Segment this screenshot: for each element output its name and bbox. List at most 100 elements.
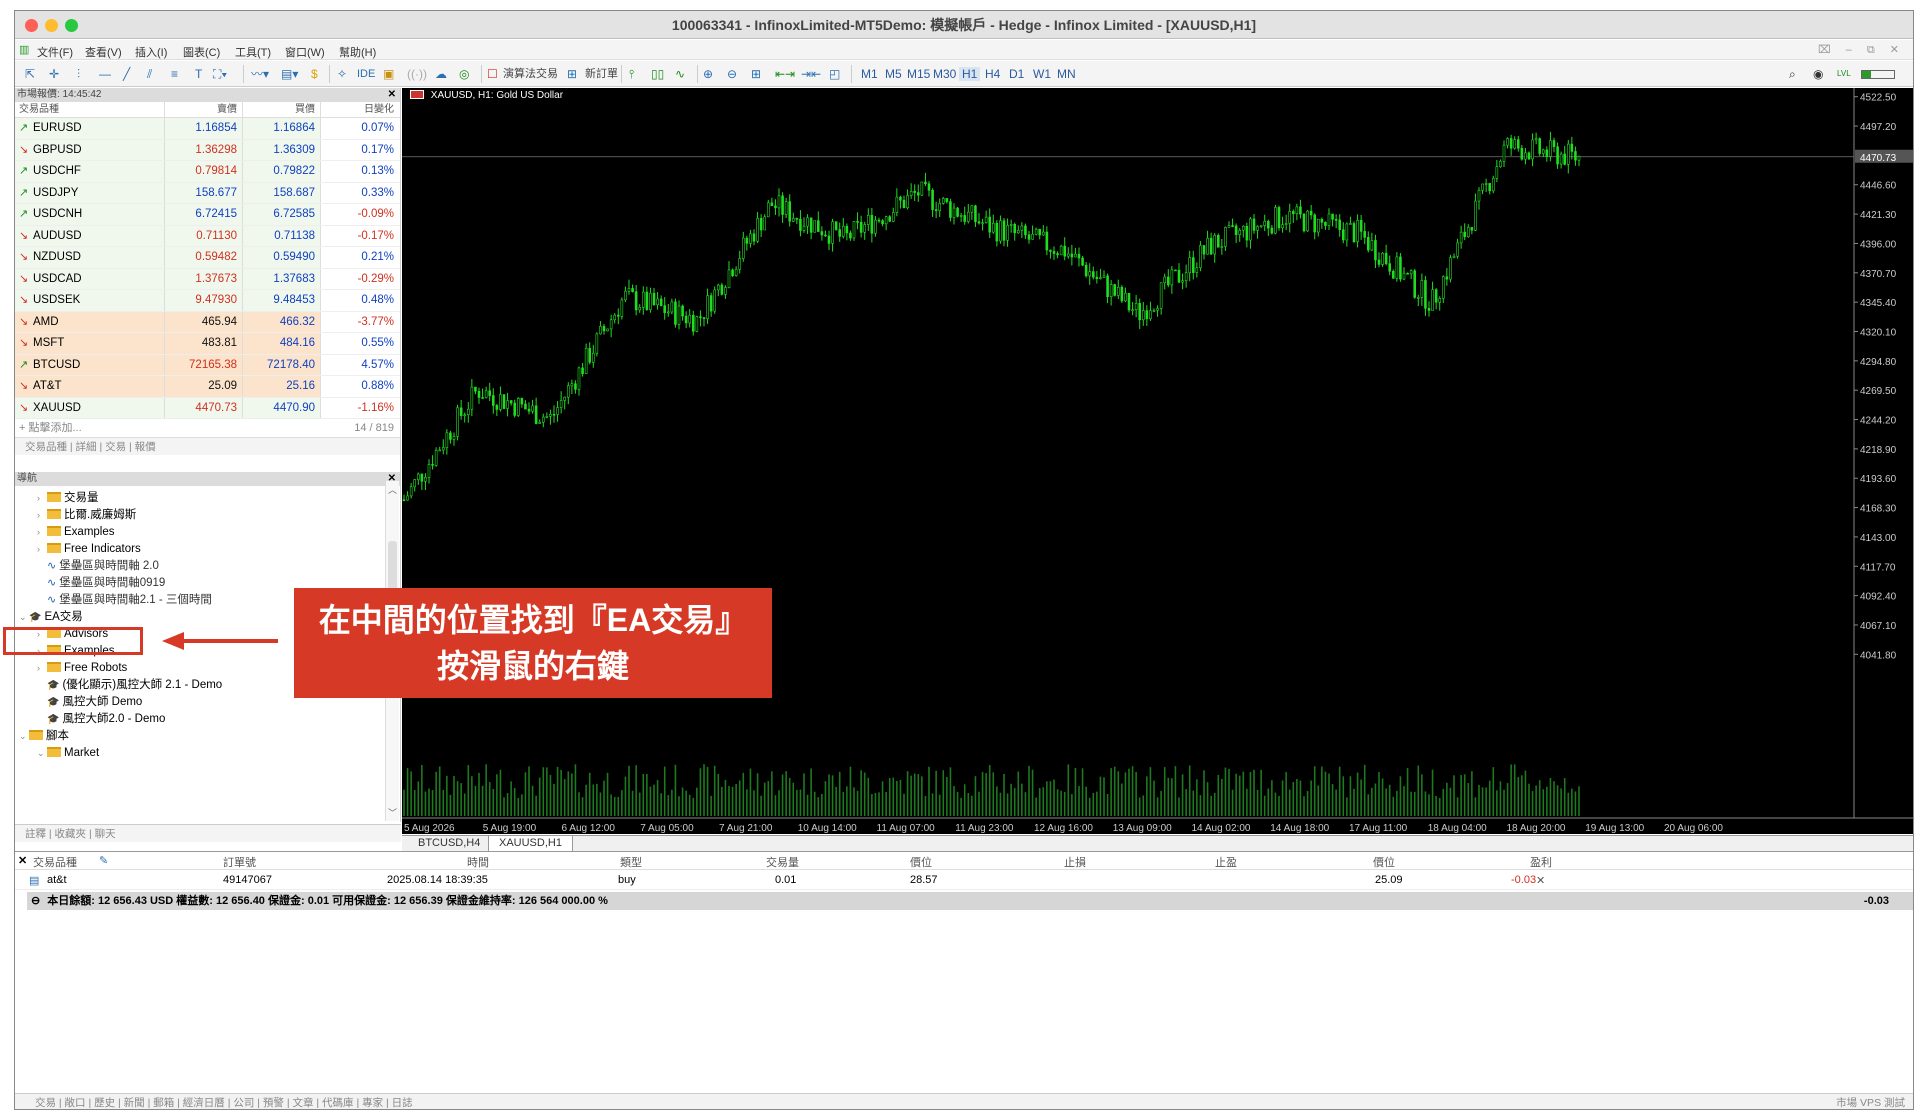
autoscroll-icon[interactable]: ⇤⇥ — [775, 64, 795, 84]
scroll-up-icon[interactable]: ︿ — [388, 483, 397, 496]
horizontal-line-icon[interactable]: — — [99, 64, 111, 84]
chevron-icon[interactable]: ⌄ — [37, 743, 47, 764]
tf-m15[interactable]: M15 — [907, 67, 930, 81]
account-icon[interactable]: ◉ — [1813, 64, 1823, 84]
table-row[interactable]: ↗ USDJPY 158.677 158.687 0.33% — [15, 182, 400, 204]
grid-icon[interactable]: ⊞ — [751, 64, 761, 84]
table-row[interactable]: ↘ AMD 465.94 466.32 -3.77% — [15, 311, 400, 333]
table-row[interactable]: ↘ USDSEK 9.47930 9.48453 0.48% — [15, 290, 400, 312]
table-row[interactable]: ↘ GBPUSD 1.36298 1.36309 0.17% — [15, 139, 400, 161]
tf-m1[interactable]: M1 — [861, 67, 878, 81]
chart-shift-icon[interactable]: ⇥⇤ — [801, 64, 821, 84]
market-watch-tabs[interactable]: 交易品種 | 詳細 | 交易 | 報價 — [15, 437, 400, 455]
zoom-in-icon[interactable]: ⊕ — [703, 64, 713, 84]
ide-icon[interactable]: ✧ — [337, 64, 347, 84]
new-order-button[interactable]: 新訂單 — [585, 64, 618, 84]
tf-h4[interactable]: H4 — [985, 67, 1000, 81]
trendline-icon[interactable]: ╱ — [123, 64, 130, 84]
bar-chart-icon[interactable]: ⫯ — [629, 64, 634, 84]
chart-tab-btcusd[interactable]: BTCUSD,H4 — [408, 836, 490, 852]
scroll-down-icon[interactable]: ﹀ — [388, 806, 397, 819]
tf-m30[interactable]: M30 — [933, 67, 956, 81]
table-row[interactable]: ↗ EURUSD 1.16854 1.16864 0.07% — [15, 118, 400, 140]
table-row[interactable]: ↗ USDCNH 6.72415 6.72585 -0.09% — [15, 204, 400, 226]
globe-icon[interactable]: ◎ — [459, 64, 469, 84]
table-row[interactable]: ↘ NZDUSD 0.59482 0.59490 0.21% — [15, 247, 400, 269]
tf-h1[interactable]: H1 — [959, 67, 981, 81]
table-row[interactable]: ▤ at&t 49147067 2025.08.14 18:39:35 buy … — [15, 870, 1913, 890]
price-chart[interactable]: 4522.50 4497.20 4446.60 4421.30 4396.00 4370.… — [402, 88, 1914, 834]
vertical-line-icon[interactable]: ⫶ — [77, 64, 80, 84]
dollar-icon[interactable]: $ — [311, 64, 318, 84]
screenshot-icon[interactable]: ◰ — [829, 64, 840, 84]
col-current-price[interactable]: 價位 — [1373, 854, 1395, 870]
line-chart-icon[interactable]: ∿ — [675, 64, 685, 84]
table-row[interactable]: ↘ AT&T 25.09 25.16 0.88% — [15, 376, 400, 398]
menu-window[interactable]: 窗口(W) — [285, 44, 325, 60]
table-row[interactable]: ↘ XAUUSD 4470.73 4470.90 -1.16% — [15, 397, 400, 419]
menu-tools[interactable]: 工具(T) — [235, 44, 271, 60]
col-change[interactable]: 日變化 — [321, 102, 399, 117]
col-volume[interactable]: 交易量 — [766, 854, 799, 870]
chart-area[interactable]: 4522.50 4497.20 4446.60 4421.30 4396.00 4370.… — [402, 88, 1914, 834]
search-icon[interactable]: ⌕ — [1789, 64, 1796, 84]
table-row[interactable]: ↗ BTCUSD 72165.38 72178.40 4.57% — [15, 354, 400, 376]
toolbox-tabs[interactable]: 交易 | 敞口 | 歷史 | 新聞 | 郵箱 | 經濟日曆 | 公司 | 預警 … — [35, 1097, 413, 1109]
table-row[interactable]: ↘ AUDUSD 0.71130 0.71138 -0.17% — [15, 225, 400, 247]
col-symbol[interactable]: 交易品種 — [33, 854, 77, 870]
text-icon[interactable]: T — [195, 64, 202, 84]
ide-button[interactable]: IDE — [357, 64, 375, 84]
col-sl[interactable]: 止損 — [1064, 854, 1086, 870]
close-icon[interactable]: ✕ — [18, 854, 27, 867]
tf-mn[interactable]: MN — [1057, 67, 1076, 81]
navigator-item[interactable]: ⌄ Market — [37, 743, 99, 764]
menu-chart[interactable]: 圖表(C) — [183, 44, 220, 60]
menu-view[interactable]: 查看(V) — [85, 44, 122, 60]
add-symbol-label[interactable]: + 點擊添加... — [19, 422, 82, 434]
table-row[interactable]: ↘ USDCAD 1.37673 1.37683 -0.29% — [15, 268, 400, 290]
col-profit[interactable]: 盈利 — [1530, 854, 1552, 870]
cloud-icon[interactable]: ☁ — [435, 64, 447, 84]
templates-icon[interactable]: ▤▾ — [281, 64, 298, 84]
table-row[interactable]: ↗ USDCHF 0.79814 0.79822 0.13% — [15, 161, 400, 183]
chevron-icon[interactable]: ⌄ — [19, 607, 29, 628]
scroll-thumb[interactable] — [388, 541, 397, 591]
col-symbol[interactable]: 交易品種 — [15, 102, 165, 117]
menu-insert[interactable]: 插入(I) — [135, 44, 167, 60]
chart-tab-xauusd[interactable]: XAUUSD,H1 — [488, 836, 573, 852]
close-icon[interactable]: ✕ — [388, 88, 396, 102]
new-order-icon[interactable]: ⊞ — [567, 64, 577, 84]
tf-w1[interactable]: W1 — [1033, 67, 1051, 81]
algo-trading-button[interactable]: 演算法交易 — [503, 64, 558, 84]
table-row[interactable]: ↘ MSFT 483.81 484.16 0.55% — [15, 333, 400, 355]
close-window-icon[interactable] — [25, 19, 38, 32]
window-controls[interactable]: ⌧ – ⧉ ✕ — [1818, 43, 1905, 57]
col-type[interactable]: 類型 — [620, 854, 642, 870]
col-time[interactable]: 時間 — [467, 854, 489, 870]
col-ticket[interactable]: 訂單號 — [223, 854, 256, 870]
collapse-icon[interactable]: ⊖ — [31, 895, 40, 907]
navigator-tabs[interactable]: 註釋 | 收藏夾 | 聊天 — [15, 824, 401, 842]
crosshair-icon[interactable]: ✛ — [49, 64, 59, 84]
tf-d1[interactable]: D1 — [1009, 67, 1024, 81]
close-position-icon[interactable]: ✕ — [1536, 874, 1545, 887]
zoom-out-icon[interactable]: ⊖ — [727, 64, 737, 84]
col-ask[interactable]: 買價 — [243, 102, 321, 117]
status-right[interactable]: 市場 VPS 測試 — [1836, 1094, 1905, 1109]
col-open-price[interactable]: 價位 — [910, 854, 932, 870]
candlestick-icon[interactable]: ▯▯ — [651, 64, 664, 84]
cursor-icon[interactable]: ⇱ — [25, 64, 35, 84]
add-symbol-row[interactable]: + 點擊添加... 14 / 819 — [15, 419, 400, 437]
fibonacci-icon[interactable]: ≡ — [171, 64, 178, 84]
store-icon[interactable]: ▣ — [383, 64, 394, 84]
channel-icon[interactable]: ⫽ — [147, 64, 152, 84]
menu-help[interactable]: 幫助(H) — [339, 44, 376, 60]
menu-file[interactable]: 文件(F) — [37, 44, 73, 60]
shapes-icon[interactable]: ⛶▾ — [213, 64, 227, 84]
col-tp[interactable]: 止盈 — [1215, 854, 1237, 870]
minimize-window-icon[interactable] — [45, 19, 58, 32]
col-bid[interactable]: 賣價 — [165, 102, 243, 117]
chevron-icon[interactable]: ⌄ — [19, 726, 29, 747]
maximize-window-icon[interactable] — [65, 19, 78, 32]
chart-type-icon[interactable]: 〰▾ — [251, 64, 269, 84]
